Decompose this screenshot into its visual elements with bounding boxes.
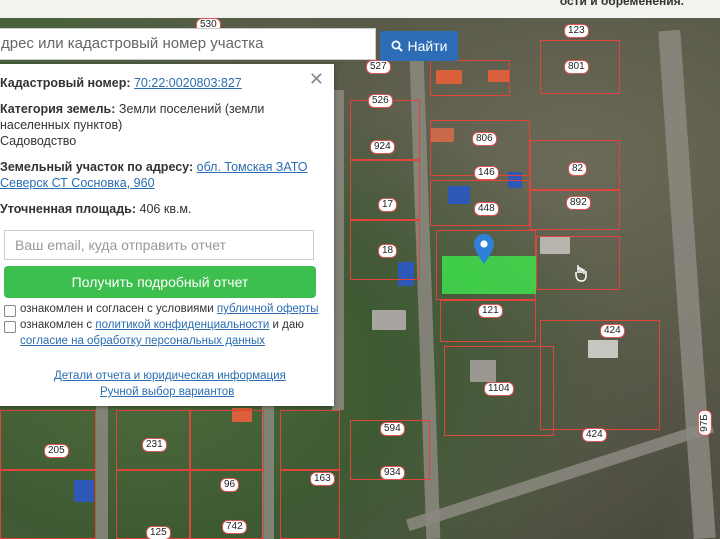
plot[interactable] xyxy=(0,470,96,539)
parcel-number: 125 xyxy=(146,526,171,539)
consent-offer-checkbox[interactable] xyxy=(4,305,16,317)
plot[interactable] xyxy=(280,410,340,470)
search-button[interactable]: Найти xyxy=(380,31,458,61)
parcel-number: 801 xyxy=(564,60,589,74)
parcel-number: 1104 xyxy=(484,382,514,396)
consent-privacy-text: ознакомлен с политикой конфиденциальност… xyxy=(20,319,304,331)
parcel-number: 82 xyxy=(568,162,588,176)
plot[interactable] xyxy=(430,60,510,96)
search-button-label: Найти xyxy=(407,38,448,54)
parcel-number: 742 xyxy=(222,520,247,534)
consent-offer-text: ознакомлен и согласен с условиями публич… xyxy=(20,303,319,315)
parcel-number: 231 xyxy=(142,438,167,452)
consent-offer-label: ознакомлен и согласен с условиями xyxy=(20,303,214,315)
cadastral-label: Кадастровый номер: xyxy=(0,76,131,90)
report-details-link[interactable]: Детали отчета и юридическая информация xyxy=(54,370,286,382)
top-banner-text: ости и обременения. xyxy=(559,0,684,8)
parcel-number: 934 xyxy=(380,466,405,480)
category-value: Земли поселений (земли xyxy=(118,102,265,116)
consent-privacy-tail: и даю xyxy=(272,319,304,331)
category-value-line2: населенных пунктов) xyxy=(0,118,123,132)
parcel-number: 163 xyxy=(310,472,335,486)
road xyxy=(96,400,108,539)
parcel-number: 97Б xyxy=(697,410,712,436)
email-field[interactable]: Ваш email, куда отправить отчет xyxy=(4,230,314,260)
parcel-number: 123 xyxy=(564,24,589,38)
parcel-info-panel: ✕ Кадастровый номер: 70:22:0020803:827 К… xyxy=(0,64,334,406)
privacy-policy-link[interactable]: политикой конфиденциальности xyxy=(95,319,269,331)
plot[interactable] xyxy=(540,320,660,430)
area-value: 406 кв.м. xyxy=(139,202,192,216)
roof xyxy=(372,310,406,330)
road xyxy=(405,420,715,532)
parcel-number: 594 xyxy=(380,422,405,436)
plot[interactable] xyxy=(0,410,96,470)
cadastral-row: Кадастровый номер: 70:22:0020803:827 xyxy=(0,76,242,90)
parcel-number: 527 xyxy=(366,60,391,74)
parcel-number: 424 xyxy=(600,324,625,338)
top-banner: ости и обременения. xyxy=(0,0,720,18)
parcel-number: 424 xyxy=(582,428,607,442)
manual-selection-link[interactable]: Ручной выбор вариантов xyxy=(100,386,234,398)
category-label: Категория земель: xyxy=(0,102,116,116)
parcel-number: 205 xyxy=(44,444,69,458)
parcel-number: 121 xyxy=(478,304,503,318)
parcel-number: 806 xyxy=(472,132,497,146)
area-row: Уточненная площадь: 406 кв.м. xyxy=(0,202,192,216)
parcel-number: 892 xyxy=(566,196,591,210)
parcel-number: 526 xyxy=(368,94,393,108)
address-link[interactable]: обл. Томская ЗАТО xyxy=(197,160,308,174)
area-label: Уточненная площадь: xyxy=(0,202,137,216)
parcel-number: 448 xyxy=(474,202,499,216)
address-row: Земельный участок по адресу: обл. Томска… xyxy=(0,160,308,174)
parcel-number: 146 xyxy=(474,166,499,180)
parcel-number: 17 xyxy=(378,198,398,212)
category-value-line3: Садоводство xyxy=(0,134,77,148)
parcel-number: 96 xyxy=(220,478,240,492)
parcel-number: 18 xyxy=(378,244,398,258)
public-offer-link[interactable]: публичной оферты xyxy=(217,303,319,315)
parcel-number: 924 xyxy=(370,140,395,154)
category-row: Категория земель: Земли поселений (земли xyxy=(0,102,264,116)
close-icon[interactable]: ✕ xyxy=(309,70,324,88)
personal-data-consent-link[interactable]: согласие на обработку персональных данны… xyxy=(20,335,265,347)
plot[interactable] xyxy=(190,410,264,470)
address-label: Земельный участок по адресу: xyxy=(0,160,194,174)
consent-privacy-label: ознакомлен с xyxy=(20,319,93,331)
hand-cursor-icon xyxy=(575,265,587,282)
search-icon xyxy=(391,40,403,52)
map-pin-icon[interactable] xyxy=(474,234,494,264)
search-input[interactable]: дрес или кадастровый номер участка xyxy=(0,28,376,60)
consent-privacy-checkbox[interactable] xyxy=(4,321,16,333)
road xyxy=(658,29,716,539)
address-link-line2[interactable]: Северск СТ Сосновка, 960 xyxy=(0,176,155,190)
cadastral-number-link[interactable]: 70:22:0020803:827 xyxy=(134,76,242,90)
get-report-button[interactable]: Получить подробный отчет xyxy=(4,266,316,298)
